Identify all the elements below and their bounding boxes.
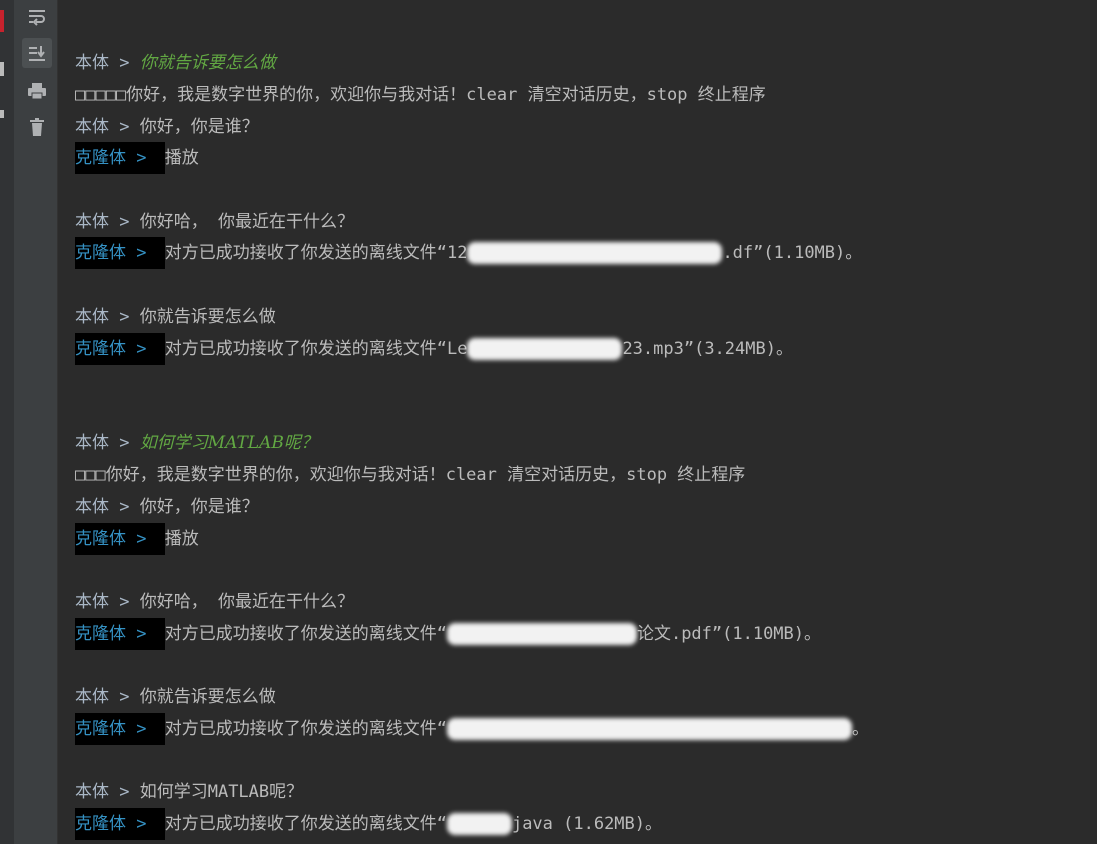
- self-message: 你好，你是谁？: [139, 497, 259, 517]
- console-line: 克隆体 > 对方已成功接收了你发送的离线文件“ 论文.pdf”(1.10MB)。: [75, 618, 822, 650]
- self-prompt: 本体 >: [75, 687, 140, 707]
- clone-message-tail: .df”(1.10MB)。: [722, 243, 863, 263]
- console-line: 本体 > 你就告诉要怎么做: [75, 683, 276, 711]
- redacted-filename: [446, 813, 512, 835]
- redacted-filename: [467, 338, 623, 360]
- clear-all-button[interactable]: [22, 112, 52, 142]
- gutter-marker: [0, 62, 4, 76]
- clone-message: 对方已成功接收了你发送的离线文件“: [164, 624, 447, 644]
- console-line: 本体 > 你好哈， 你最近在干什么？: [75, 208, 354, 236]
- soft-wrap-button[interactable]: [22, 2, 52, 32]
- redacted-filename: [446, 718, 852, 740]
- clone-message-tail: 论文.pdf”(1.10MB)。: [636, 624, 822, 644]
- editor-gutter-edge: [0, 0, 15, 844]
- clone-message-tail: 。: [851, 719, 869, 739]
- console-line: □□□□□你好，我是数字世界的你，欢迎你与我对话！clear 清空对话历史，st…: [75, 81, 766, 109]
- user-input-echo: 如何学习MATLAB呢？: [139, 433, 318, 453]
- clone-prompt: 克隆体 >: [75, 808, 165, 840]
- console-line: 克隆体 > 对方已成功接收了你发送的离线文件“ 。: [75, 713, 869, 745]
- console-line: 本体 > 你就告诉要怎么做: [75, 49, 276, 77]
- clone-prompt: 克隆体 >: [75, 523, 165, 555]
- self-message: 你好，你是谁？: [139, 117, 259, 137]
- console-line: 克隆体 > 对方已成功接收了你发送的离线文件“ java (1.62MB)。: [75, 808, 663, 840]
- clone-message: 对方已成功接收了你发送的离线文件“Le: [164, 339, 468, 359]
- console-line: 克隆体 > 播放: [75, 523, 199, 555]
- console-line: 本体 > 如何学习MATLAB呢？: [75, 429, 318, 457]
- print-icon: [28, 83, 46, 100]
- self-message: 你好哈， 你最近在干什么？: [139, 212, 354, 232]
- clone-prompt: 克隆体 >: [75, 618, 165, 650]
- clone-message-tail: java (1.62MB)。: [511, 814, 663, 834]
- console-line: 本体 > 你好哈， 你最近在干什么？: [75, 588, 354, 616]
- console-line: 克隆体 > 播放: [75, 142, 199, 174]
- console-toolbar: [15, 0, 58, 844]
- soft-wrap-icon: [29, 10, 45, 26]
- welcome-message: □□□你好，我是数字世界的你，欢迎你与我对话！clear 清空对话历史，stop…: [75, 465, 746, 485]
- self-prompt: 本体 >: [75, 592, 140, 612]
- clone-prompt: 克隆体 >: [75, 713, 165, 745]
- clone-message: 播放: [164, 148, 199, 168]
- clone-message: 播放: [164, 529, 199, 549]
- clone-message: 对方已成功接收了你发送的离线文件“12: [164, 243, 468, 263]
- self-prompt: 本体 >: [75, 53, 140, 73]
- console-line: □□□你好，我是数字世界的你，欢迎你与我对话！clear 清空对话历史，stop…: [75, 461, 745, 489]
- scroll-to-end-button[interactable]: [22, 38, 52, 68]
- redacted-filename: [446, 623, 637, 645]
- self-message: 如何学习MATLAB呢？: [139, 782, 304, 802]
- welcome-message: □□□□□你好，我是数字世界的你，欢迎你与我对话！clear 清空对话历史，st…: [75, 85, 766, 105]
- self-message: 你就告诉要怎么做: [139, 687, 276, 707]
- scroll-to-end-icon: [29, 46, 45, 61]
- self-prompt: 本体 >: [75, 307, 140, 327]
- redacted-filename: [467, 242, 723, 264]
- console-line: 本体 > 你好，你是谁？: [75, 493, 259, 521]
- print-button[interactable]: [22, 76, 52, 106]
- clone-message: 对方已成功接收了你发送的离线文件“: [164, 814, 447, 834]
- console-line: 本体 > 如何学习MATLAB呢？: [75, 778, 303, 806]
- clone-message: 对方已成功接收了你发送的离线文件“: [164, 719, 447, 739]
- gutter-marker: [0, 110, 4, 118]
- clone-prompt: 克隆体 >: [75, 237, 165, 269]
- user-input-echo: 你就告诉要怎么做: [139, 53, 276, 73]
- self-message: 你就告诉要怎么做: [139, 307, 276, 327]
- clone-prompt: 克隆体 >: [75, 333, 165, 365]
- console-output[interactable]: 本体 > 你就告诉要怎么做 □□□□□你好，我是数字世界的你，欢迎你与我对话！c…: [58, 0, 1097, 844]
- console-line: 本体 > 你就告诉要怎么做: [75, 303, 276, 331]
- error-marker: [0, 10, 4, 32]
- clone-message-tail: 23.mp3”(3.24MB)。: [622, 339, 793, 359]
- self-prompt: 本体 >: [75, 212, 140, 232]
- self-prompt: 本体 >: [75, 782, 140, 802]
- clone-prompt: 克隆体 >: [75, 142, 165, 174]
- self-message: 你好哈， 你最近在干什么？: [139, 592, 354, 612]
- console-line: 克隆体 > 对方已成功接收了你发送的离线文件“12 .df”(1.10MB)。: [75, 237, 863, 269]
- self-prompt: 本体 >: [75, 433, 140, 453]
- trash-icon: [30, 118, 44, 136]
- self-prompt: 本体 >: [75, 117, 140, 137]
- console-line: 本体 > 你好，你是谁？: [75, 113, 259, 141]
- console-line: 克隆体 > 对方已成功接收了你发送的离线文件“Le 23.mp3”(3.24MB)…: [75, 333, 793, 365]
- self-prompt: 本体 >: [75, 497, 140, 517]
